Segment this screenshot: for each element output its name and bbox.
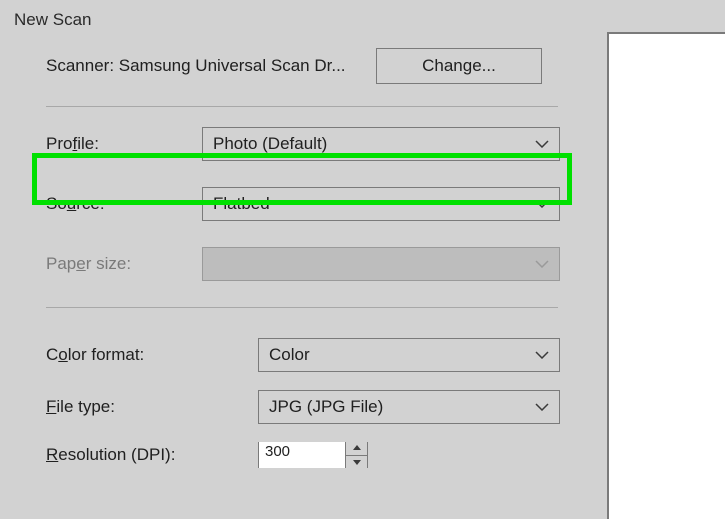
paper-size-dropdown (202, 247, 560, 281)
resolution-row: Resolution (DPI): 300 (46, 442, 695, 468)
color-format-value: Color (269, 345, 310, 365)
chevron-down-icon (535, 403, 549, 411)
profile-label: Profile: (46, 134, 202, 154)
scanner-row: Scanner: Samsung Universal Scan Dr... Ch… (46, 48, 556, 84)
file-type-row: File type: JPG (JPG File) (46, 390, 695, 424)
file-type-label: File type: (46, 397, 258, 417)
chevron-down-icon (535, 140, 549, 148)
chevron-down-icon (535, 200, 549, 208)
divider (46, 106, 558, 107)
chevron-down-icon (535, 351, 549, 359)
resolution-label: Resolution (DPI): (46, 445, 258, 465)
chevron-down-icon (535, 260, 549, 268)
source-value: Flatbed (213, 194, 270, 214)
color-format-row: Color format: Color (46, 338, 695, 372)
file-type-dropdown[interactable]: JPG (JPG File) (258, 390, 560, 424)
source-dropdown[interactable]: Flatbed (202, 187, 560, 221)
file-type-value: JPG (JPG File) (269, 397, 383, 417)
profile-dropdown[interactable]: Photo (Default) (202, 127, 560, 161)
spin-up-button[interactable] (346, 442, 367, 455)
paper-size-row: Paper size: (46, 247, 695, 281)
profile-row: Profile: Photo (Default) (46, 127, 695, 161)
color-format-label: Color format: (46, 345, 258, 365)
resolution-value[interactable]: 300 (259, 442, 345, 468)
spin-down-button[interactable] (346, 455, 367, 469)
divider (46, 307, 558, 308)
paper-size-label: Paper size: (46, 254, 202, 274)
resolution-spinner[interactable]: 300 (258, 442, 368, 468)
source-label: Source: (46, 194, 202, 214)
scanner-label: Scanner: Samsung Universal Scan Dr... (46, 56, 376, 76)
profile-value: Photo (Default) (213, 134, 327, 154)
source-row: Source: Flatbed (46, 187, 695, 221)
preview-pane (607, 32, 725, 519)
color-format-dropdown[interactable]: Color (258, 338, 560, 372)
change-scanner-button[interactable]: Change... (376, 48, 542, 84)
